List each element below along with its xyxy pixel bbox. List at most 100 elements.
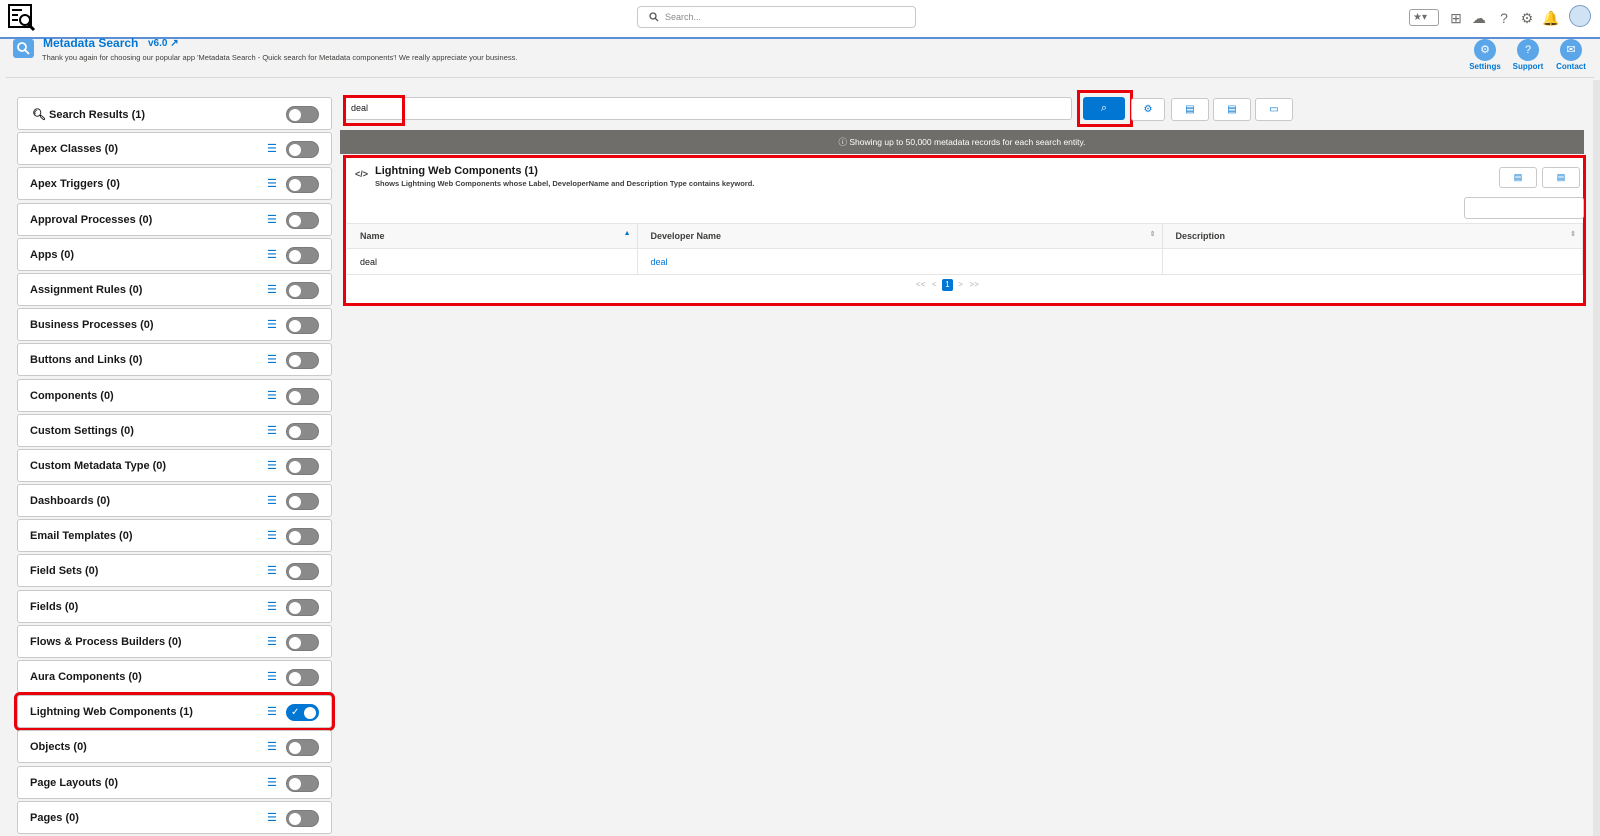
settings-gear-button[interactable]: ⚙: [1131, 98, 1165, 121]
sidebar-item[interactable]: Custom Metadata Type (0) ☰: [17, 448, 332, 482]
search-results-toggle[interactable]: [286, 106, 319, 123]
list-view-icon[interactable]: ☰: [267, 635, 277, 648]
list-view-icon[interactable]: ☰: [267, 494, 277, 507]
notifications-icon[interactable]: 🔔: [1542, 10, 1559, 26]
sidebar-item[interactable]: Components (0) ☰: [17, 378, 332, 412]
sidebar-item[interactable]: Custom Settings (0) ☰: [17, 413, 332, 447]
export-csv-button[interactable]: ▤: [1171, 98, 1209, 121]
sidebar-item-toggle[interactable]: [286, 739, 319, 757]
support-icon: ?: [1517, 39, 1539, 61]
sidebar-item[interactable]: Approval Processes (0) ☰: [17, 202, 332, 236]
sidebar-item-toggle[interactable]: [286, 176, 319, 194]
sidebar-item-toggle[interactable]: [286, 317, 319, 335]
search-results-text: Search Results (1): [49, 109, 146, 121]
list-view-icon[interactable]: ☰: [267, 353, 277, 366]
list-view-icon[interactable]: ☰: [267, 213, 277, 226]
list-view-icon[interactable]: ☰: [267, 177, 277, 190]
avatar[interactable]: [1569, 5, 1591, 27]
sidebar-item-toggle[interactable]: [286, 774, 319, 792]
sidebar-item-toggle[interactable]: [286, 528, 319, 546]
list-view-icon[interactable]: ☰: [267, 811, 277, 824]
sidebar-item-toggle[interactable]: [286, 598, 319, 616]
list-view-icon[interactable]: ☰: [267, 705, 277, 718]
list-view-icon[interactable]: ☰: [267, 670, 277, 683]
sidebar-item-toggle[interactable]: [286, 633, 319, 651]
sidebar-item[interactable]: Business Processes (0) ☰: [17, 308, 332, 342]
toggle-knob: [289, 144, 301, 157]
sidebar-item-toggle[interactable]: [286, 809, 319, 827]
sidebar-item-toggle[interactable]: [286, 422, 319, 440]
contact-button[interactable]: ✉ Contact: [1551, 39, 1591, 71]
list-view-icon[interactable]: ☰: [267, 283, 277, 296]
gear-icon: ⚙: [1143, 104, 1153, 115]
pager-first[interactable]: <<: [916, 280, 925, 289]
sidebar-item[interactable]: Email Templates (0) ☰: [17, 519, 332, 553]
settings-button[interactable]: ⚙ Settings: [1465, 39, 1505, 71]
trailhead-icon[interactable]: ☁: [1471, 10, 1487, 26]
sidebar-item-toggle[interactable]: [286, 387, 319, 405]
app-version-link[interactable]: v6.0 ↗: [148, 38, 179, 49]
sidebar-item-label: Assignment Rules (0): [30, 283, 143, 296]
sidebar-item[interactable]: Apex Classes (0) ☰: [17, 132, 332, 166]
card-filter-input[interactable]: [1464, 197, 1584, 219]
sidebar-item[interactable]: Pages (0) ☰: [17, 800, 332, 834]
pager-current[interactable]: 1: [941, 279, 953, 291]
sidebar-item-toggle[interactable]: [286, 669, 319, 686]
sidebar-item[interactable]: Apex Triggers (0) ☰: [17, 167, 332, 201]
list-view-icon[interactable]: ☰: [267, 600, 277, 613]
sidebar-item-toggle[interactable]: [286, 211, 319, 229]
sidebar-item[interactable]: Dashboards (0) ☰: [17, 484, 332, 518]
setup-icon[interactable]: ⚙: [1519, 10, 1535, 26]
favorites-icon[interactable]: ★▾: [1409, 9, 1439, 26]
sidebar-item-toggle[interactable]: [286, 563, 319, 581]
card-export-xls-button[interactable]: ▤: [1542, 167, 1580, 188]
app-logo-icon[interactable]: [8, 4, 36, 32]
list-view-icon[interactable]: ☰: [267, 389, 277, 402]
sidebar-item-toggle[interactable]: [286, 281, 319, 299]
sidebar-item[interactable]: Flows & Process Builders (0) ☰: [17, 624, 332, 658]
sidebar-item-toggle[interactable]: [286, 246, 319, 264]
app-title: Metadata Search: [43, 36, 139, 50]
print-button[interactable]: ▭: [1255, 98, 1293, 121]
sidebar-item[interactable]: Apps (0) ☰: [17, 237, 332, 271]
global-search-input[interactable]: Search...: [637, 6, 916, 28]
pager-next[interactable]: >: [958, 280, 963, 289]
sidebar-item-toggle[interactable]: [286, 141, 319, 159]
column-header-description[interactable]: Description ⇕: [1162, 223, 1583, 249]
list-view-icon[interactable]: ☰: [267, 529, 277, 542]
add-icon[interactable]: ⊞: [1448, 10, 1464, 26]
metadata-search-input[interactable]: deal: [344, 97, 1072, 120]
page-scrollbar[interactable]: [1593, 80, 1600, 836]
sidebar-item-toggle[interactable]: [286, 352, 319, 370]
list-view-icon[interactable]: ☰: [267, 248, 277, 261]
list-view-icon[interactable]: ☰: [267, 318, 277, 331]
sidebar-item[interactable]: Field Sets (0) ☰: [17, 554, 332, 588]
sidebar-item[interactable]: Assignment Rules (0) ☰: [17, 272, 332, 306]
sidebar-item-toggle[interactable]: [286, 457, 319, 475]
sidebar-item[interactable]: Lightning Web Components (1) ☰ ✓: [14, 692, 335, 732]
list-view-icon[interactable]: ☰: [267, 740, 277, 753]
list-view-icon[interactable]: ☰: [267, 776, 277, 789]
column-header-developer-name[interactable]: Developer Name ⇕: [637, 223, 1163, 249]
column-header-name[interactable]: Name ▲: [347, 223, 638, 249]
pager-prev[interactable]: <: [932, 280, 937, 289]
sidebar-item[interactable]: Buttons and Links (0) ☰: [17, 343, 332, 377]
list-view-icon[interactable]: ☰: [267, 459, 277, 472]
sidebar-item[interactable]: Objects (0) ☰: [17, 730, 332, 764]
help-icon[interactable]: ?: [1496, 10, 1512, 26]
sidebar-item[interactable]: Page Layouts (0) ☰: [17, 765, 332, 799]
sidebar-item-search-results[interactable]: 🔍︎ Search Results (1): [17, 97, 332, 130]
card-export-csv-button[interactable]: ▤: [1499, 167, 1537, 188]
list-view-icon[interactable]: ☰: [267, 424, 277, 437]
document-icon: ▤: [1185, 104, 1195, 115]
sidebar-item-toggle[interactable]: [286, 493, 319, 511]
list-view-icon[interactable]: ☰: [267, 564, 277, 577]
export-xls-button[interactable]: ▤: [1213, 98, 1251, 121]
pager-last[interactable]: >>: [970, 280, 979, 289]
sidebar-item[interactable]: Fields (0) ☰: [17, 589, 332, 623]
sidebar-item[interactable]: Aura Components (0) ☰: [17, 660, 332, 693]
sidebar-item-toggle[interactable]: ✓: [286, 704, 319, 722]
support-button[interactable]: ? Support: [1508, 39, 1548, 71]
list-view-icon[interactable]: ☰: [267, 142, 277, 155]
cell-developer-name-link[interactable]: deal: [637, 248, 1163, 275]
